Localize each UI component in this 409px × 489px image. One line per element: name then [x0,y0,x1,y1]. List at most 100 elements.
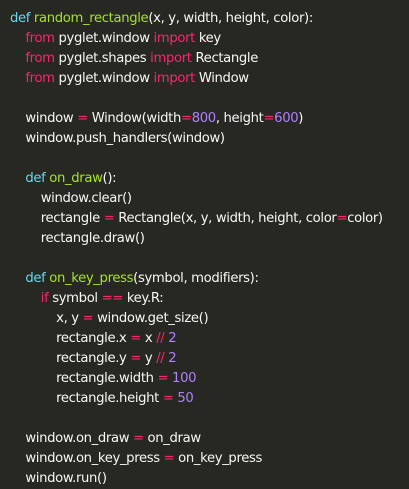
code-token-ident: Rectangle [191,51,259,66]
code-token-ident: color) [347,211,383,226]
code-token-op: = [130,331,142,346]
code-token-ident: key.R: [122,291,164,306]
code-token-ident: window.get_size() [93,311,209,326]
code-token-number: 100 [172,371,197,386]
code-token-number: 2 [168,351,177,366]
code-token-ident: window.push_handlers(window) [25,131,225,146]
code-token-keyword: from [25,51,55,66]
code-line: x, y = window.get_size() [10,309,409,329]
code-token-ident: window.on_draw [25,431,134,446]
code-token-op: = [263,111,275,126]
code-token-ident: Rectangle(x, y, width, height, color [114,211,337,226]
code-token-op: = [133,431,144,446]
code-token-ident: x [141,331,157,346]
code-token-ident: pyglet.window [54,31,154,46]
code-token-decl: def [25,171,46,186]
code-token-ws [10,371,56,386]
code-token-ident: symbol [48,291,102,306]
code-line: window.on_draw = on_draw [10,429,409,449]
code-token-ident: pyglet.shapes [54,51,151,66]
code-line: def on_draw(): [10,169,409,189]
code-token-ident: , height [215,111,264,126]
code-token-number: 600 [274,111,299,126]
code-token-ident: Window(width [87,111,182,126]
code-token-ws [10,291,41,306]
code-token-ws [10,331,56,346]
code-token-ws [10,111,25,126]
code-token-ident: rectangle [40,211,104,226]
code-line: window.clear() [10,189,409,209]
code-line: window = Window(width=800, height=600) [10,109,409,129]
code-line: from pyglet.shapes import Rectangle [10,49,409,69]
code-token-ws [10,31,25,46]
code-token-op: = [82,311,94,326]
code-token-ident: pyglet.window [54,71,154,86]
code-token-op: = [77,111,88,126]
code-line: window.on_key_press = on_key_press [10,449,409,469]
code-token-ws [10,451,25,466]
code-line: from pyglet.window import key [10,29,409,49]
code-line: rectangle.width = 100 [10,369,409,389]
code-token-ident: Window [194,71,249,86]
code-token-func: random_rectangle [33,11,149,26]
code-line: rectangle.height = 50 [10,389,409,409]
code-token-op: = [163,451,175,466]
code-token-ident: rectangle.width [56,371,158,386]
code-token-keyword: from [25,71,55,86]
code-token-number: 2 [168,331,177,346]
code-line: window.push_handlers(window) [10,129,409,149]
code-token-ws [10,351,56,366]
code-token-ident: window.on_key_press [25,451,164,466]
code-view: def random_rectangle(x, y, width, height… [10,9,409,489]
code-line: rectangle.x = x // 2 [10,329,409,349]
code-token-keyword: import [150,51,192,66]
code-token-keyword: import [153,31,196,46]
code-token-ws [10,191,41,206]
code-token-op: = [157,371,169,386]
code-token-ws [10,71,25,86]
code-editor[interactable]: def random_rectangle(x, y, width, height… [0,0,409,486]
code-token-decl: def [25,271,46,286]
code-token-ws [10,271,25,286]
code-token-func: on_draw [49,171,103,186]
code-line: window.run() [10,469,409,489]
code-token-ws [10,131,25,146]
code-token-op: = [103,211,115,226]
code-token-op: = [181,111,192,126]
code-token-ident: rectangle.x [56,331,131,346]
code-token-ws [10,431,25,446]
code-line: def random_rectangle(x, y, width, height… [10,9,409,29]
code-token-ident: on_draw [143,431,202,446]
code-token-ident: window [25,111,78,126]
code-token-op: = [336,211,348,226]
code-token-punct: (x, y, width, height, color): [148,11,313,26]
code-line: if symbol == key.R: [10,289,409,309]
code-token-ident: rectangle.draw() [40,231,145,246]
code-token-op: == [101,291,124,306]
code-token-ident: on_key_press [174,451,263,466]
code-token-ident: rectangle.y [56,351,131,366]
code-token-number: 800 [191,111,216,126]
code-token-op: = [130,351,142,366]
code-token-decl: def [10,11,31,26]
code-line: def on_key_press(symbol, modifiers): [10,269,409,289]
code-token-ident: x, y [56,311,83,326]
code-token-ident: window.run() [25,471,107,486]
code-token-punct: (symbol, modifiers): [133,271,259,286]
code-token-ws [10,231,41,246]
code-token-ident: window.clear() [40,191,132,206]
code-token-punct: ) [298,111,304,126]
code-token-ws [10,51,25,66]
code-line: rectangle.y = y // 2 [10,349,409,369]
code-token-ident: y [141,351,157,366]
code-token-keyword: import [153,71,196,86]
code-token-ws [10,211,41,226]
code-token-ws [10,471,25,486]
code-line: rectangle = Rectangle(x, y, width, heigh… [10,209,409,229]
code-line: rectangle.draw() [10,229,409,249]
code-token-keyword: from [25,31,55,46]
code-line: from pyglet.window import Window [10,69,409,89]
